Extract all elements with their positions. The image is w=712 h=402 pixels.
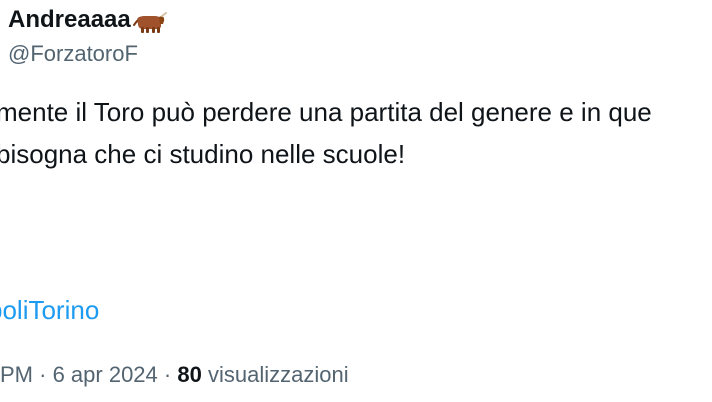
tweet-meta: PM · 6 apr 2024 · 80 visualizzazioni [0,360,349,390]
author-handle[interactable]: @ForzatoroF [8,38,138,70]
ox-icon [132,9,167,33]
tweet-text-line-2: bisogna che ci studino nelle scuole! [0,139,406,169]
tweet-link-fragment[interactable]: s [0,215,1,249]
tweet-time[interactable]: PM [0,362,33,387]
author-display-name-row[interactable]: Andreaaaa [8,2,167,38]
tweet-date[interactable]: 6 apr 2024 [53,362,158,387]
meta-separator: · [39,362,47,387]
tweet-hashtag-link[interactable]: poliTorino [0,293,99,327]
tweet-text-line-1: mente il Toro può perdere una partita de… [0,97,652,127]
meta-separator: · [163,362,172,387]
views-count[interactable]: 80 [177,362,201,387]
views-label: visualizzazioni [207,362,349,387]
author-display-name[interactable]: Andreaaaa [8,2,131,38]
